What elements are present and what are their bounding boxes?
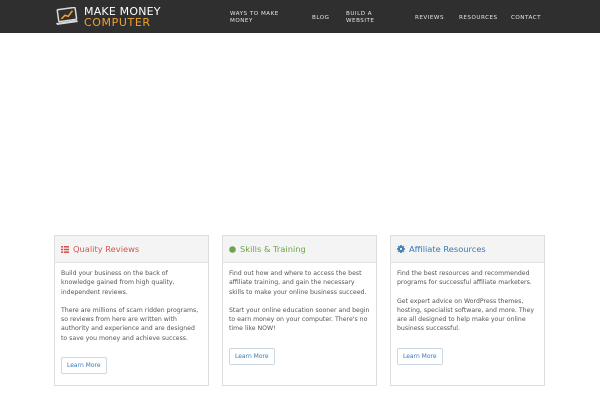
card-paragraph: Find the best resources and recommended … [397,270,532,287]
card-header: Affiliate Resources [391,236,544,263]
logo-line2: COMPUTER [84,15,151,29]
learn-more-button[interactable]: Learn More [229,347,275,365]
learn-more-button[interactable]: Learn More [397,347,443,365]
nav-contact[interactable]: CONTACT [511,15,541,22]
card-body: Find the best resources and recommended … [391,263,544,365]
nav-reviews[interactable]: REVIEWS [415,15,444,22]
nav-blog[interactable]: BLOG [312,15,330,22]
gear-icon [397,245,405,253]
card-body: Find out how and where to access the bes… [223,263,376,365]
card-paragraph: Find out how and where to access the bes… [229,270,367,296]
logo-text: MAKE MONEY COMPUTER [84,6,161,28]
card-affiliate-resources: Affiliate Resources Find the best resour… [390,235,545,386]
card-paragraph: Build your business on the back of knowl… [61,270,175,296]
card-title: Quality Reviews [73,244,140,254]
logo-line1: MAKE MONEY [84,4,161,18]
laptop-chart-icon [56,6,78,25]
circle-icon [229,245,236,253]
card-paragraph: Start your online education sooner and b… [229,306,370,333]
card-header: Quality Reviews [55,236,208,263]
list-icon [61,245,69,253]
card-title: Skills & Training [240,244,306,254]
nav-build-a-website[interactable]: BUILD A WEBSITE [346,11,386,25]
learn-more-button[interactable]: Learn More [61,357,107,375]
card-header: Skills & Training [223,236,376,263]
card-paragraph: Get expert advice on WordPress themes, h… [397,297,535,333]
site-header: MAKE MONEY COMPUTER WAYS TO MAKE MONEY B… [0,0,600,33]
card-quality-reviews: Quality Reviews Build your business on t… [54,235,209,386]
nav-ways-to-make-money[interactable]: WAYS TO MAKE MONEY [230,11,285,25]
card-title: Affiliate Resources [409,244,486,254]
card-body: Build your business on the back of knowl… [55,263,208,375]
card-paragraph: There are millions of scam ridden progra… [61,306,199,342]
site-logo[interactable]: MAKE MONEY COMPUTER [55,4,161,29]
card-skills-training: Skills & Training Find out how and where… [222,235,377,386]
nav-resources[interactable]: RESOURCES [459,15,498,22]
